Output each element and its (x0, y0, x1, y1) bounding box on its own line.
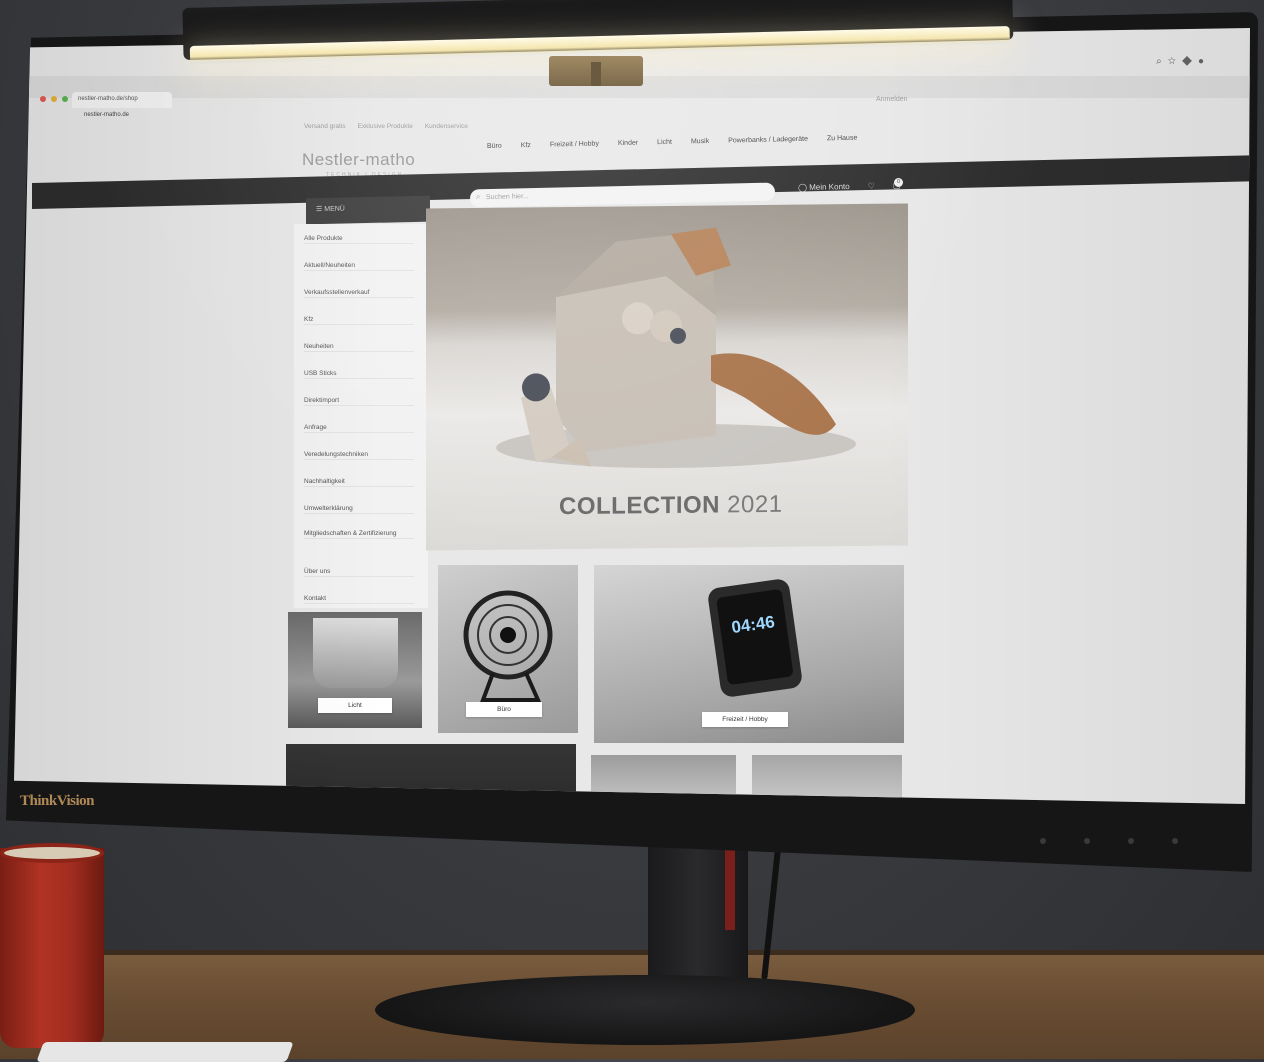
menu-toggle: ☰ MENÜ (306, 195, 430, 225)
monitor-base (375, 975, 915, 1045)
sidebar-item: Nachhaltigkeit (304, 477, 414, 487)
usp-item: Kundenservice (424, 123, 468, 130)
cart-count-badge: 0 (894, 178, 903, 187)
category-tile-light: Licht (288, 612, 422, 728)
sidebar-item: Kfz (304, 315, 414, 325)
hero-caption-year: 2021 (727, 490, 783, 519)
watch-display: 04:46 (716, 588, 794, 686)
nav-item-musik: Musik (690, 137, 710, 146)
usp-item: Versand gratis (304, 123, 346, 130)
close-dot (40, 96, 46, 102)
menu-label: MENÜ (324, 205, 345, 213)
light-bar-clip (549, 56, 643, 86)
address-bar: nestler-matho.de (84, 112, 130, 118)
maximize-dot (62, 96, 68, 102)
nav-item-powerbanks: Powerbanks / Ladegeräte (728, 135, 809, 145)
hero-banner: COLLECTION 2021 (426, 203, 908, 551)
lamp-product-image (313, 618, 398, 688)
nav-item-kfz: Kfz (520, 142, 531, 150)
account-link-top: Anmelden (876, 96, 908, 103)
sidebar-item: Über uns (304, 567, 414, 577)
tile-label: Licht (318, 698, 392, 713)
sidebar-item: Aktuell/Neuheiten (304, 261, 414, 271)
sidebar-item: Alle Produkte (304, 234, 414, 244)
monitor-buttons (1040, 838, 1178, 844)
usp-item: Exklusive Produkte (357, 123, 413, 130)
sidebar-item: Direktimport (304, 396, 414, 406)
monitor-brand-logo: ThinkVision (20, 793, 95, 809)
sidebar-item: Kontakt (304, 594, 414, 604)
sidebar-item: Anfrage (304, 423, 414, 433)
stand-cable-clip (725, 840, 735, 930)
keyboard (36, 1042, 294, 1062)
sidebar-item: Umwelterklärung (304, 504, 414, 514)
zoom-icon: ⌕ (1156, 56, 1168, 67)
star-icon: ☆ (1167, 56, 1182, 67)
sidebar-item: Neuheiten (304, 342, 414, 352)
hero-caption-main: COLLECTION (559, 491, 720, 521)
category-tile-leisure: 04:46 Freizeit / Hobby (594, 565, 904, 743)
nav-item-kinder: Kinder (617, 139, 639, 148)
smartwatch-image: 04:46 (706, 577, 804, 699)
earbuds-case-image (496, 227, 856, 468)
browser-toolbar-icons: ⌕☆◆● (1156, 56, 1210, 67)
mug-rim (0, 843, 104, 863)
extension-icon: ◆ (1181, 56, 1198, 67)
category-tile-office: Büro (438, 565, 578, 733)
nav-item-freizeit: Freizeit / Hobby (549, 140, 600, 149)
monitor-button (1128, 838, 1134, 844)
minimize-dot (51, 96, 57, 102)
sidebar-item: Veredelungstechniken (304, 450, 414, 460)
hero-caption: COLLECTION 2021 (559, 491, 783, 521)
monitor-screen: nestler-matho.de/shop nestler-matho.de ⌕… (14, 28, 1250, 804)
red-mug (0, 848, 104, 1048)
search-icon: ⌕ (475, 191, 481, 202)
header-icons: ◯ Mein Konto ♡ ▢ (798, 181, 901, 192)
category-sidebar: Alle Produkte Aktuell/Neuheiten Verkaufs… (294, 224, 428, 608)
account-icon: ◯ Mein Konto (797, 181, 850, 193)
monitor-button (1172, 838, 1178, 844)
wishlist-icon: ♡ (867, 181, 875, 191)
usp-bar: Versand gratis Exklusive Produkte Kunden… (304, 123, 468, 130)
main-navigation: Büro Kfz Freizeit / Hobby Kinder Licht M… (487, 135, 857, 150)
nav-item-buero: Büro (486, 142, 502, 150)
account-label: Mein Konto (809, 181, 850, 192)
monitor-button (1084, 838, 1090, 844)
profile-icon: ● (1197, 56, 1210, 67)
window-controls (40, 96, 68, 102)
browser-tab: nestler-matho.de/shop (72, 92, 172, 108)
nav-item-zuhause: Zu Hause (826, 134, 858, 143)
tile-label: Freizeit / Hobby (702, 712, 788, 727)
nav-item-licht: Licht (657, 138, 673, 147)
tile-label: Büro (466, 702, 542, 717)
sidebar-item: Verkaufsstellenverkauf (304, 288, 414, 298)
site-logo: Nestler-matho (302, 150, 416, 169)
sidebar-item: USB Sticks (304, 369, 414, 379)
monitor-button (1040, 838, 1046, 844)
sidebar-item: Mitgliedschaften & Zertifizierung (304, 529, 414, 539)
